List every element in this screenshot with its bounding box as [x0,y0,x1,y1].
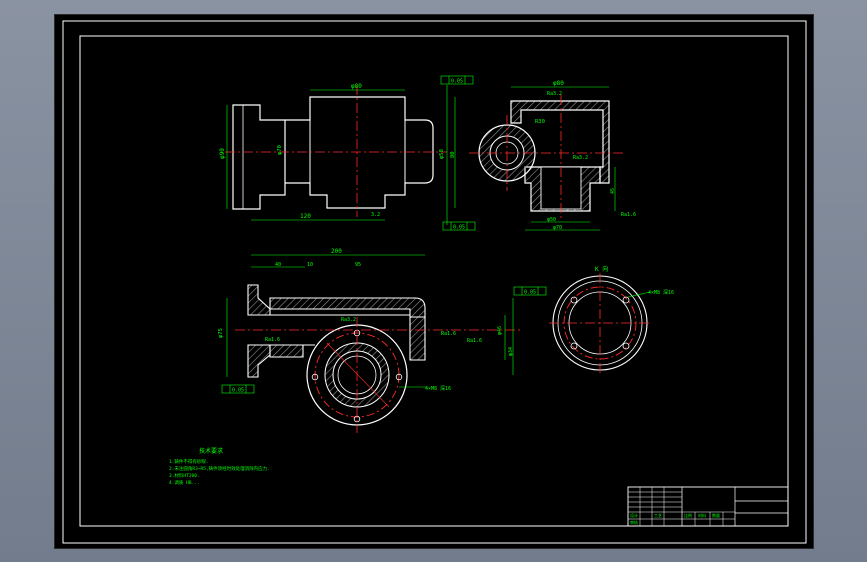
front-gdt-top-value: 0.05 [451,79,463,85]
section-dim-b: 10 [307,262,313,268]
section-gdt-top-value: 0.05 [524,290,536,296]
section-dim-right-b: φ34 [508,347,514,356]
side-radius-label: R30 [535,119,545,125]
section-gdt-bottom-value: 0.05 [232,388,244,394]
side-view[interactable]: φ80 R30 Ra3.2 Ra3.2 φ50 φ70 45 Ra1.6 [469,80,636,231]
section-flange-bottom [247,344,271,378]
section-roughness-c: Ra1.6 [467,338,482,344]
front-view[interactable]: φ80 φ90 φ70 120 φ58 80 0.05 0.05 3.2 [219,75,476,231]
detail-label: K 向 [595,265,608,273]
section-pipe-lower [269,344,304,358]
front-flange-outline [232,104,286,210]
front-gdt-frame-bottom: 0.05 [442,221,476,231]
front-dim-bottom: 120 [300,213,311,220]
front-dim-far-right: 80 [450,151,456,158]
front-roughness: 3.2 [371,212,380,218]
section-roughness-d: Ra1.6 [265,337,280,343]
side-roughness-b: Ra3.2 [573,155,588,161]
title-block-process: 工艺 [654,513,662,518]
section-dim-left: φ75 [218,328,224,338]
technical-notes[interactable]: 技术要求 1.铸件不得有砂眼. 2.未注圆角R3~R5,铸件须经时效处理消除内应… [169,447,270,486]
side-dim-right: 45 [610,188,616,194]
detail-bolt-label: 4×M8 深16 [648,289,674,296]
section-dim-c: 95 [355,262,361,268]
side-roughness-c: Ra1.6 [621,212,636,218]
cad-application-window: φ80 φ90 φ70 120 φ58 80 0.05 0.05 3.2 φ80… [0,0,867,562]
section-roughness-a: Ra3.2 [341,317,356,323]
front-gdt-bottom-value: 0.05 [453,225,465,231]
section-dim-a: 40 [275,262,281,268]
title-block-material: 材料 [698,512,706,518]
side-dim-base: φ70 [553,225,562,231]
notes-line-3: 3.材料HT200. [169,472,200,479]
front-dim-inner: φ70 [277,145,283,155]
drawing-viewport[interactable]: φ80 φ90 φ70 120 φ58 80 0.05 0.05 3.2 φ80… [54,14,814,549]
notes-line-1: 1.铸件不得有砂眼. [169,458,209,465]
section-flange-top [247,284,271,316]
front-gdt-frame-top: 0.05 [440,75,474,85]
section-view[interactable]: 200 40 10 95 φ75 0.05 0.05 Ra3.2 Ra1.6 R… [218,248,547,433]
front-dim-left: φ90 [219,148,226,159]
front-dim-right: φ58 [439,149,445,159]
sheet-inner-border [79,35,789,527]
title-block-quantity: 数量 [712,512,720,518]
drawing-canvas[interactable]: φ80 φ90 φ70 120 φ58 80 0.05 0.05 3.2 φ80… [55,15,813,548]
section-gdt-frame-top: 0.05 [513,286,547,296]
section-dim-right-a: φ46 [497,326,503,335]
title-block-reviewer: 审核 [630,519,638,525]
title-block-scale: 比例 [684,512,692,518]
section-gdt-frame-bottom: 0.05 [221,384,255,394]
section-roughness-b: Ra1.6 [441,331,456,337]
side-roughness-a: Ra3.2 [547,91,562,97]
title-block[interactable]: 设计 审核 工艺 比例 材料 数量 [627,486,789,527]
title-block-designer: 设计 [630,512,638,518]
section-dim-overall: 200 [331,248,342,255]
side-dim-top: φ80 [553,80,564,87]
section-bolt-label: 4×M8 深16 [425,385,451,392]
section-pipe-upper [269,297,426,318]
notes-line-4: 4.调质 HB... [169,479,200,486]
title-block-grid [628,487,735,526]
notes-line-2: 2.未注圆角R3~R5,铸件须经时效处理消除内应力. [169,465,270,472]
notes-title: 技术要求 [199,447,223,455]
front-dim-top: φ80 [351,83,362,90]
detail-view[interactable]: K 向 4×M8 深16 [549,265,674,375]
section-pipe-right [409,316,426,361]
side-dim-bottom: φ50 [547,217,556,223]
front-body-outline [285,96,434,209]
